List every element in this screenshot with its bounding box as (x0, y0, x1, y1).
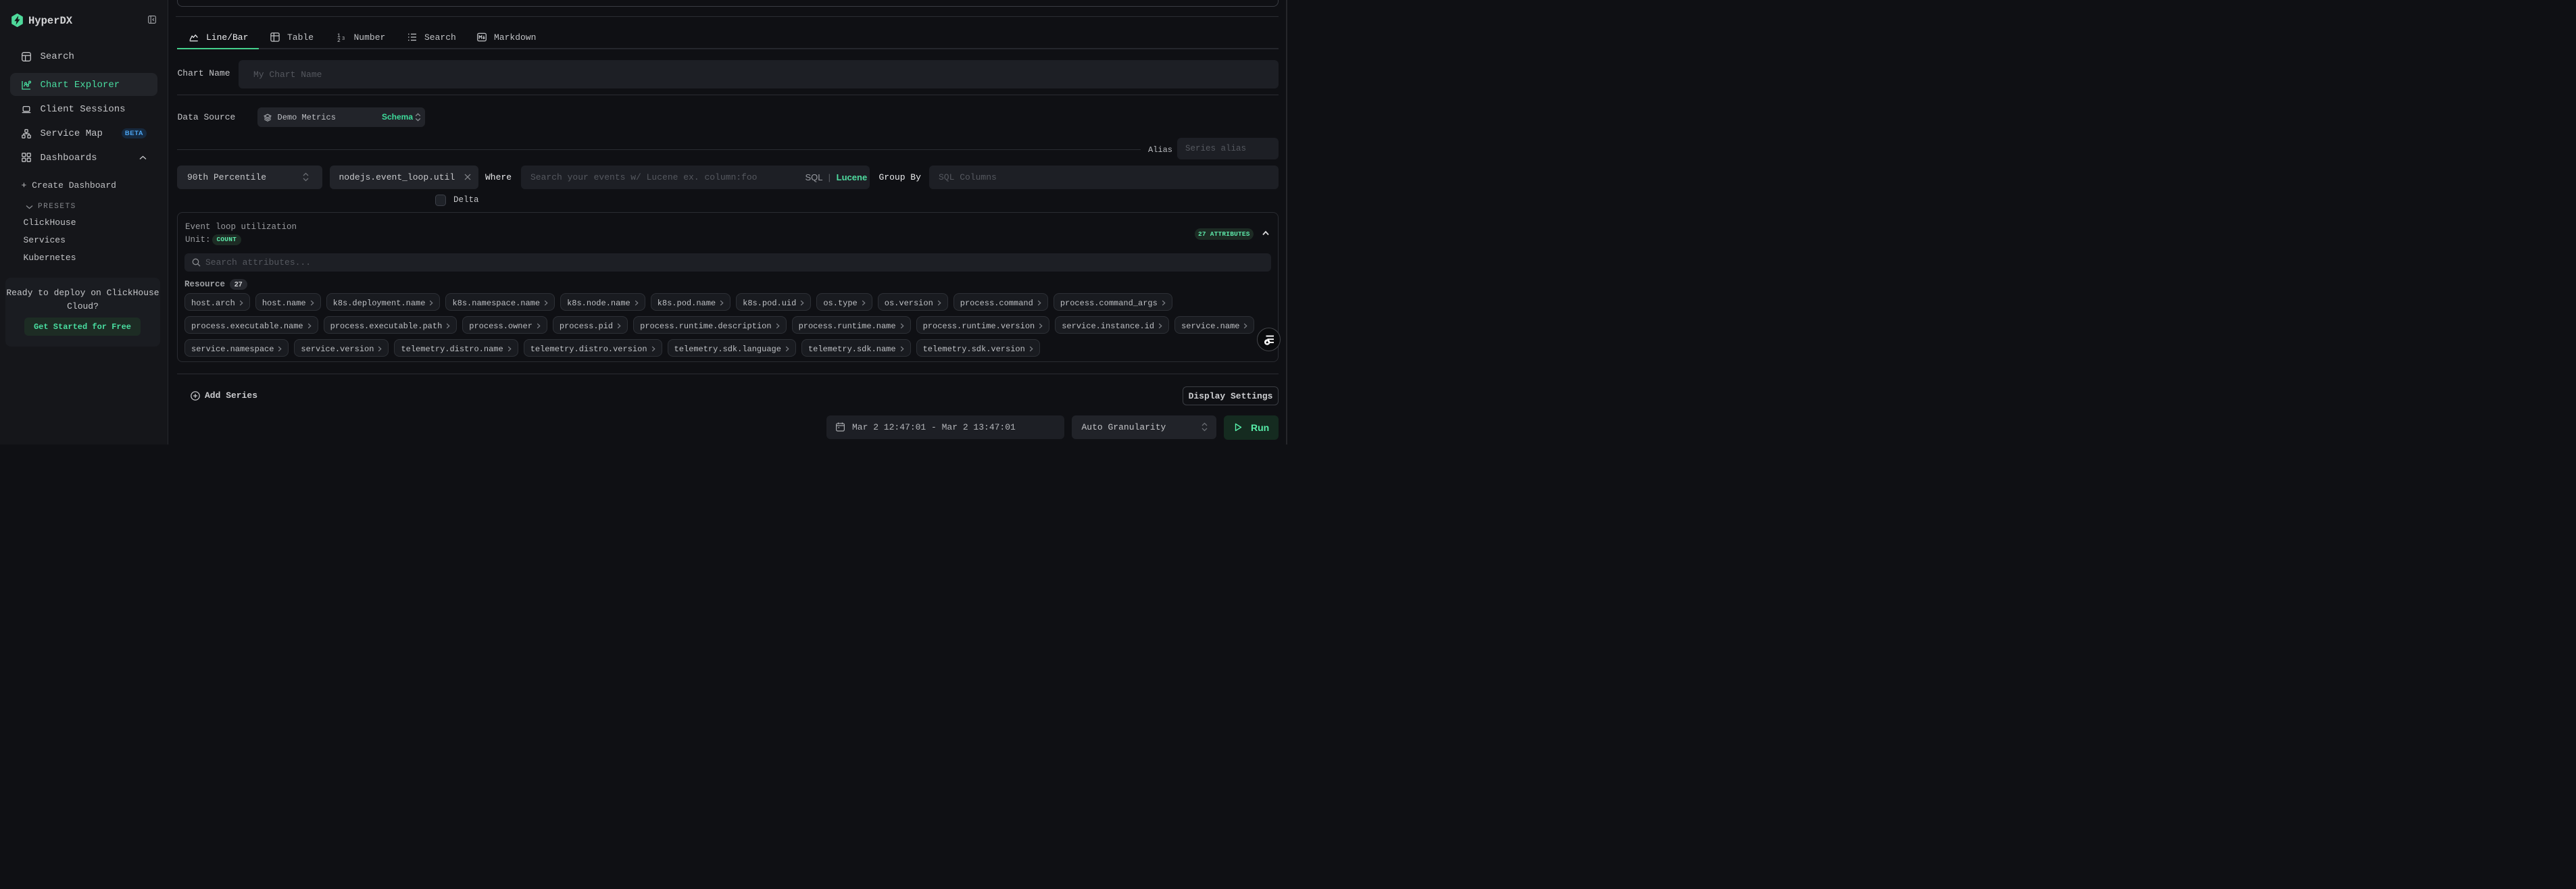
svg-text:2: 2 (337, 38, 341, 42)
svg-text:3: 3 (342, 36, 345, 42)
